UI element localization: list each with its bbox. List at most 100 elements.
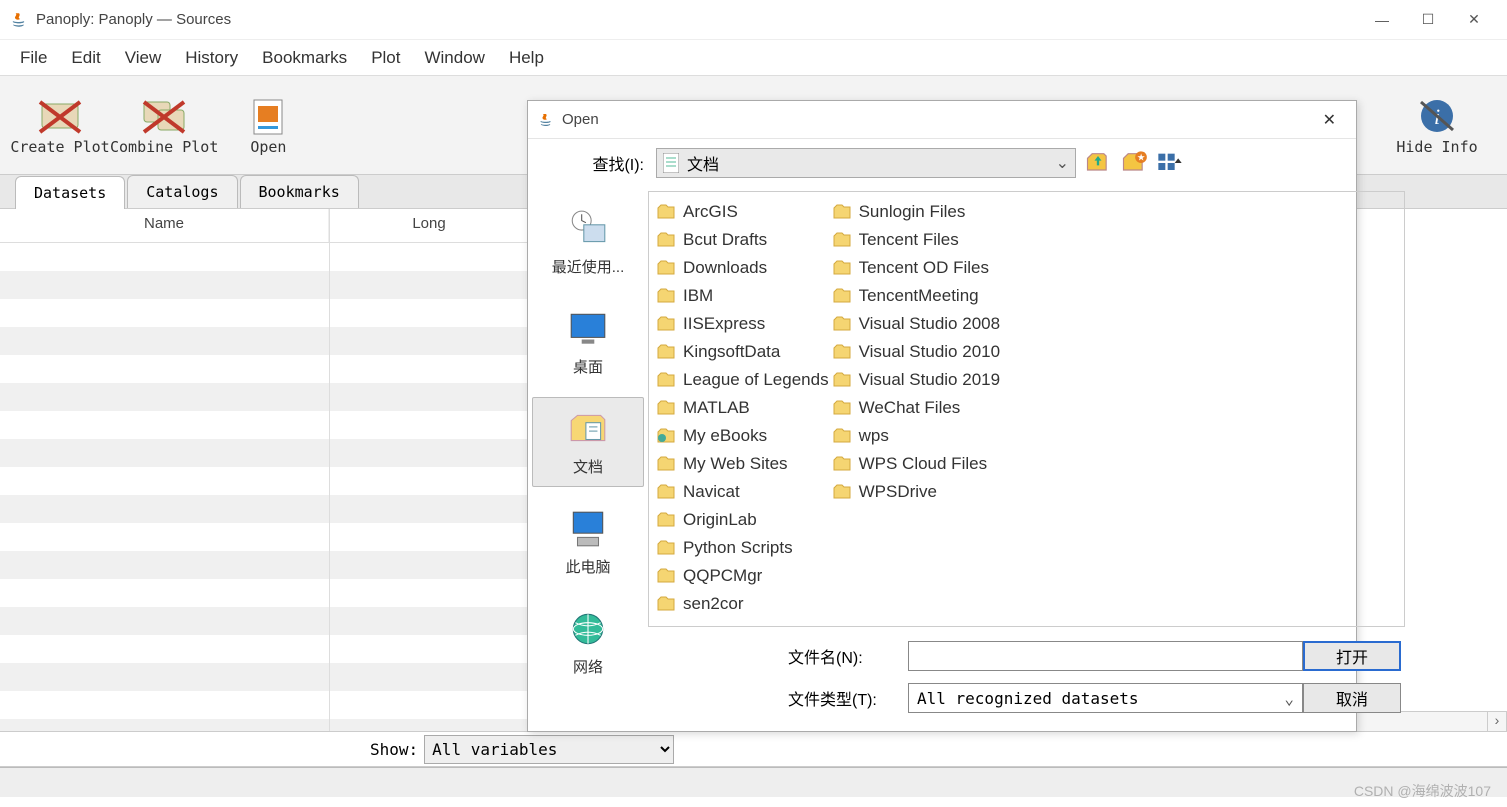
create-plot-button[interactable]: Create Plot xyxy=(10,81,110,169)
open-icon xyxy=(244,94,292,138)
place-network[interactable]: 网络 xyxy=(532,597,644,687)
folder-icon xyxy=(833,400,851,416)
filetype-combo[interactable]: All recognized datasets ⌄ xyxy=(908,683,1303,713)
up-folder-button[interactable] xyxy=(1084,149,1112,177)
menu-history[interactable]: History xyxy=(173,42,250,74)
file-item[interactable]: QQPCMgr xyxy=(657,562,829,590)
create-plot-icon xyxy=(36,94,84,138)
places-bar: 最近使用... 桌面 文档 此电脑 网络 xyxy=(528,187,648,731)
file-item[interactable]: Visual Studio 2008 xyxy=(833,310,1000,338)
combine-plot-button[interactable]: Combine Plot xyxy=(110,81,218,169)
tab-datasets[interactable]: Datasets xyxy=(15,176,125,209)
dialog-close-button[interactable]: ✕ xyxy=(1313,106,1346,134)
file-item[interactable]: KingsoftData xyxy=(657,338,829,366)
folder-icon xyxy=(657,540,675,556)
file-item[interactable]: Tencent OD Files xyxy=(833,254,1000,282)
datasets-list xyxy=(0,243,329,731)
window-title: Panoply: Panoply — Sources xyxy=(36,11,231,28)
table-header: Name xyxy=(0,209,329,243)
file-item-label: Bcut Drafts xyxy=(683,230,767,250)
file-item-label: Python Scripts xyxy=(683,538,793,558)
menu-file[interactable]: File xyxy=(8,42,59,74)
file-item[interactable]: Visual Studio 2019 xyxy=(833,366,1000,394)
watermark: CSDN @海绵波波107 xyxy=(1354,781,1491,801)
combine-plot-icon xyxy=(140,94,188,138)
menu-view[interactable]: View xyxy=(113,42,174,74)
file-item[interactable]: Navicat xyxy=(657,478,829,506)
file-item-label: MATLAB xyxy=(683,398,750,418)
file-item[interactable]: WPS Cloud Files xyxy=(833,450,1000,478)
file-item-label: sen2cor xyxy=(683,594,743,614)
combine-plot-label: Combine Plot xyxy=(110,138,218,156)
file-item[interactable]: ArcGIS xyxy=(657,198,829,226)
recent-icon xyxy=(567,208,609,250)
place-documents[interactable]: 文档 xyxy=(532,397,644,487)
lookin-combo[interactable]: 文档 ⌄ xyxy=(656,148,1076,178)
maximize-button[interactable]: ☐ xyxy=(1405,5,1451,35)
file-item[interactable]: IBM xyxy=(657,282,829,310)
file-item[interactable]: Tencent Files xyxy=(833,226,1000,254)
open-label: Open xyxy=(250,138,286,156)
file-list[interactable]: ArcGIS Bcut Drafts DownloadsIBMIISExpressK… xyxy=(648,191,1405,627)
folder-icon xyxy=(833,288,851,304)
folder-icon xyxy=(833,232,851,248)
file-item[interactable]: Sunlogin Files xyxy=(833,198,1000,226)
open-confirm-button[interactable]: 打开 xyxy=(1303,641,1401,671)
folder-icon xyxy=(657,512,675,528)
cancel-button[interactable]: 取消 xyxy=(1303,683,1401,713)
file-item-label: Tencent Files xyxy=(859,230,959,250)
tab-catalogs[interactable]: Catalogs xyxy=(127,175,237,208)
col-long[interactable]: Long xyxy=(330,209,529,242)
filename-input[interactable] xyxy=(908,641,1303,671)
file-item[interactable]: League of Legends xyxy=(657,366,829,394)
file-item[interactable]: Visual Studio 2010 xyxy=(833,338,1000,366)
file-item-label: Visual Studio 2010 xyxy=(859,342,1000,362)
file-item-label: OriginLab xyxy=(683,510,757,530)
folder-icon xyxy=(833,316,851,332)
file-item[interactable]: Python Scripts xyxy=(657,534,829,562)
hide-info-button[interactable]: i Hide Info xyxy=(1387,81,1487,169)
file-item[interactable]: My eBooks xyxy=(657,422,829,450)
menu-bookmarks[interactable]: Bookmarks xyxy=(250,42,359,74)
folder-icon xyxy=(657,204,675,220)
open-dialog: Open ✕ 查找(I): 文档 ⌄ ★ 最近使用... 桌面 文档 xyxy=(527,100,1357,732)
menu-window[interactable]: Window xyxy=(412,42,496,74)
new-folder-button[interactable]: ★ xyxy=(1120,149,1148,177)
file-item[interactable]: MATLAB xyxy=(657,394,829,422)
hide-info-label: Hide Info xyxy=(1396,138,1477,156)
dialog-title: Open xyxy=(562,111,599,128)
file-item[interactable]: sen2cor xyxy=(657,590,829,618)
folder-icon xyxy=(657,260,675,276)
tab-bookmarks[interactable]: Bookmarks xyxy=(240,175,359,208)
close-button[interactable]: ✕ xyxy=(1451,5,1497,35)
file-item[interactable]: IISExpress xyxy=(657,310,829,338)
view-options-button[interactable] xyxy=(1156,149,1184,177)
file-item[interactable]: Downloads xyxy=(657,254,829,282)
file-item-label: League of Legends xyxy=(683,370,829,390)
file-item[interactable]: WeChat Files xyxy=(833,394,1000,422)
menu-plot[interactable]: Plot xyxy=(359,42,412,74)
folder-icon xyxy=(657,344,675,360)
scroll-right-icon[interactable]: › xyxy=(1487,712,1507,731)
file-item[interactable]: wps xyxy=(833,422,1000,450)
menu-edit[interactable]: Edit xyxy=(59,42,112,74)
minimize-button[interactable]: — xyxy=(1359,5,1405,35)
file-item-label: Navicat xyxy=(683,482,740,502)
dialog-fields: 文件名(N): 打开 文件类型(T): All recognized datas… xyxy=(648,631,1413,731)
file-item-label: wps xyxy=(859,426,889,446)
place-desktop[interactable]: 桌面 xyxy=(532,297,644,387)
menu-help[interactable]: Help xyxy=(497,42,556,74)
col-name[interactable]: Name xyxy=(0,209,329,242)
file-item[interactable]: WPSDrive xyxy=(833,478,1000,506)
footer xyxy=(0,767,1507,797)
file-item[interactable]: My Web Sites xyxy=(657,450,829,478)
place-computer[interactable]: 此电脑 xyxy=(532,497,644,587)
file-item[interactable]: TencentMeeting xyxy=(833,282,1000,310)
show-select[interactable]: All variables xyxy=(424,735,674,764)
dialog-body: 最近使用... 桌面 文档 此电脑 网络 ArcGIS Bcut Drafts Do… xyxy=(528,187,1356,731)
folder-icon xyxy=(657,456,675,472)
open-button[interactable]: Open xyxy=(218,81,318,169)
file-item[interactable]: OriginLab xyxy=(657,506,829,534)
file-item[interactable]: Bcut Drafts xyxy=(657,226,829,254)
place-recent[interactable]: 最近使用... xyxy=(532,197,644,287)
